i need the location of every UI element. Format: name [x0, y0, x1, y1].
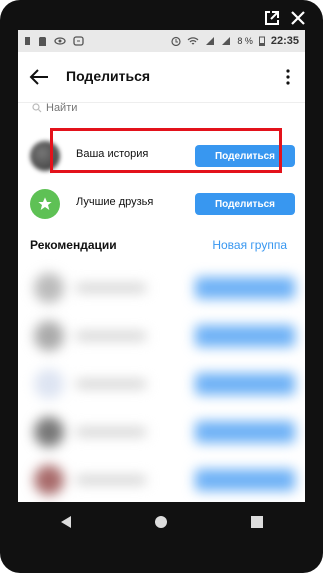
row-label: Лучшие друзья — [76, 196, 154, 208]
search-input[interactable] — [46, 102, 226, 114]
battery-saver-icon — [25, 37, 30, 45]
page-title: Поделиться — [66, 68, 151, 84]
signal-icon-2 — [222, 37, 231, 45]
share-row-close-friends: Лучшие друзья Поделиться — [30, 184, 295, 224]
vpn-icon — [73, 36, 84, 46]
back-nav-icon[interactable] — [56, 512, 76, 532]
battery-percent: 8 % — [237, 36, 253, 46]
recents-nav-icon[interactable] — [247, 512, 267, 532]
list-item[interactable] — [30, 460, 295, 500]
alarm-icon — [171, 36, 181, 46]
eye-icon — [54, 37, 66, 45]
sd-card-icon — [39, 37, 46, 46]
app-screen: 8 % 22:35 Поделиться Ваша история — [18, 30, 305, 542]
star-icon — [38, 197, 52, 210]
list-item[interactable] — [30, 364, 295, 404]
status-time: 22:35 — [270, 35, 299, 47]
app-header: Поделиться — [18, 52, 305, 103]
wifi-icon — [187, 37, 199, 45]
search-icon — [32, 103, 42, 113]
phone-frame: 8 % 22:35 Поделиться Ваша история — [0, 0, 323, 573]
highlight-frame — [50, 128, 282, 173]
close-friends-avatar — [30, 189, 60, 219]
home-nav-icon[interactable] — [151, 512, 171, 532]
close-icon[interactable] — [290, 10, 306, 26]
signal-icon — [206, 37, 215, 45]
list-item[interactable] — [30, 316, 295, 356]
more-vert-icon[interactable] — [281, 67, 295, 87]
battery-icon — [258, 36, 265, 46]
recommendations-heading: Рекомендации — [30, 238, 117, 252]
status-bar: 8 % 22:35 — [18, 30, 305, 52]
share-close-friends-button[interactable]: Поделиться — [195, 193, 295, 215]
search-bar[interactable] — [32, 102, 226, 114]
android-nav-bar — [18, 502, 305, 542]
back-arrow-icon[interactable] — [28, 66, 50, 88]
list-item[interactable] — [30, 412, 295, 452]
external-link-icon[interactable] — [264, 10, 280, 26]
list-item[interactable] — [30, 268, 295, 308]
new-group-link[interactable]: Новая группа — [212, 238, 287, 252]
